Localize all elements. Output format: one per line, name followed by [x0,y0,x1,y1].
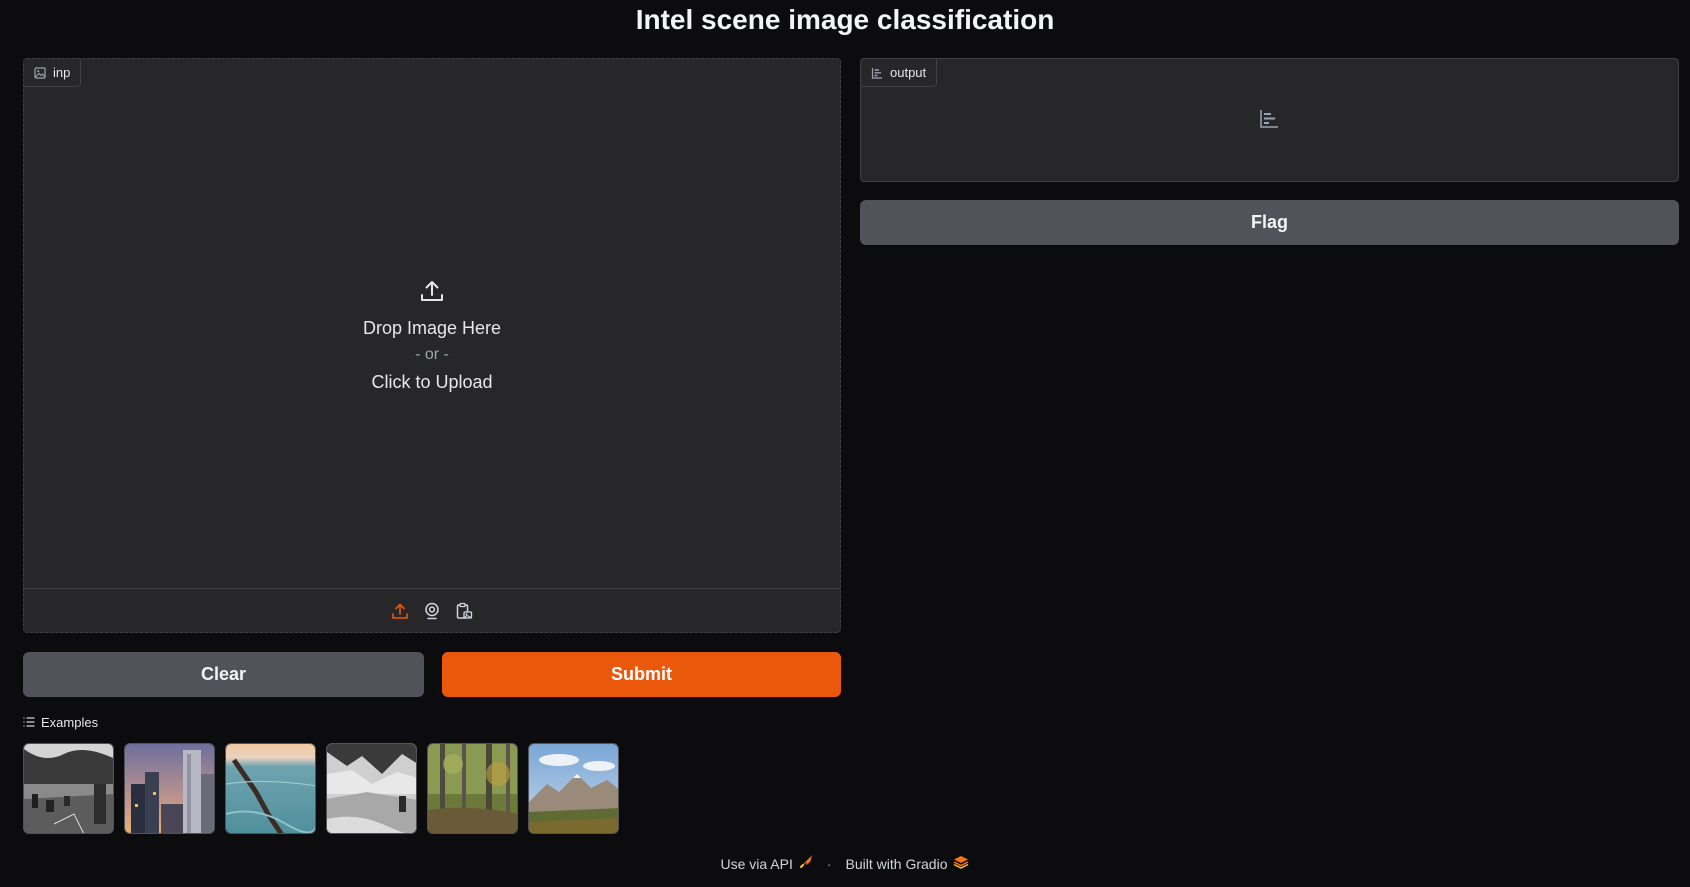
output-panel: output [860,58,1679,182]
use-via-api-link[interactable]: Use via API [721,855,813,872]
example-thumbnail-buildings[interactable] [124,743,215,834]
built-with-gradio-text: Built with Gradio [845,855,948,872]
bar-chart-label-icon [871,67,883,79]
upload-source-icon[interactable] [389,600,411,622]
page-title: Intel scene image classification [635,4,1055,35]
flag-button[interactable]: Flag [860,200,1679,245]
footer-separator: · [826,855,832,872]
clipboard-icon[interactable] [453,600,475,622]
examples-header: Examples [23,715,98,730]
upload-icon [419,278,445,309]
output-label-tab: output [861,59,938,87]
image-input-panel: inp Drop Image Here - or - Click to Uplo… [23,58,841,633]
image-drop-zone[interactable]: Drop Image Here - or - Click to Upload [24,59,840,589]
example-thumbnail-sea[interactable] [225,743,316,834]
output-label: output [890,65,927,80]
or-text: - or - [415,345,449,363]
click-to-upload-text: Click to Upload [371,371,493,392]
examples-gallery [23,743,619,834]
drop-image-text: Drop Image Here [362,317,502,338]
footer: Use via API · Built with Gradio [0,855,1690,872]
image-source-toolbar [24,588,840,632]
examples-label: Examples [41,715,99,730]
example-thumbnail-mountain[interactable] [528,743,619,834]
rocket-icon [799,855,813,872]
bar-chart-icon [1259,109,1279,134]
built-with-gradio-link[interactable]: Built with Gradio [846,855,970,872]
list-icon [23,715,35,730]
webcam-icon[interactable] [421,600,443,622]
clear-button[interactable]: Clear [23,652,424,697]
gradio-logo-icon [953,855,969,872]
example-thumbnail-glacier[interactable] [326,743,417,834]
use-via-api-text: Use via API [720,855,793,872]
submit-button[interactable]: Submit [442,652,841,697]
example-thumbnail-forest[interactable] [427,743,518,834]
example-thumbnail-street[interactable] [23,743,114,834]
